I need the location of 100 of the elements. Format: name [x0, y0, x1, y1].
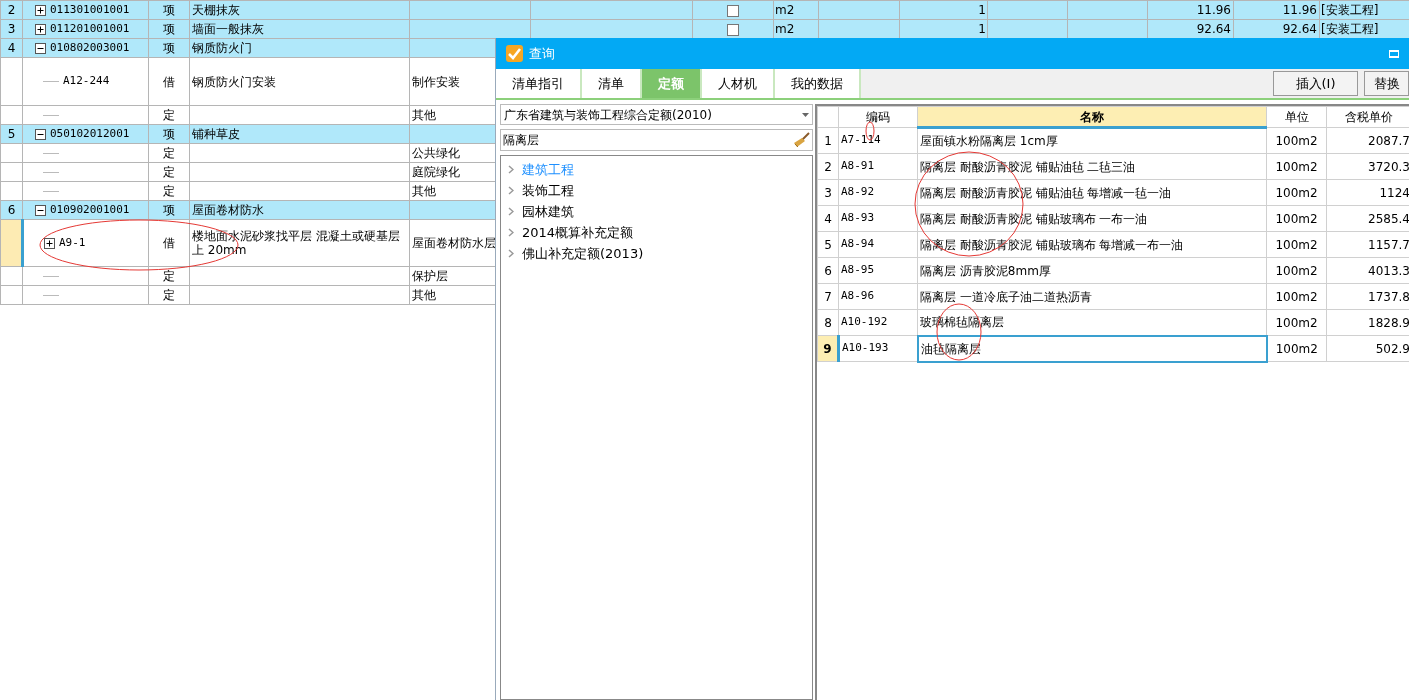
- row-number: 5: [817, 231, 839, 258]
- row-type: 借: [163, 74, 175, 89]
- item-code: A12-244: [63, 73, 110, 90]
- item-feature: 其他: [412, 184, 436, 198]
- column-header[interactable]: 含税单价: [1326, 106, 1409, 128]
- unit-text: m2: [775, 22, 795, 36]
- chevron-right-icon[interactable]: [508, 165, 514, 174]
- table-cell: 100m2: [1266, 335, 1327, 362]
- row-number: 6: [817, 257, 839, 284]
- row-type: 项: [163, 41, 175, 55]
- item-name: 钢质防火门: [192, 41, 252, 55]
- table-cell: 屋面镇水粉隔离层 1cm厚: [917, 127, 1267, 154]
- item-code: 011301001001: [50, 1, 130, 18]
- table-cell: A8-96: [838, 283, 918, 310]
- table-cell: 100m2: [1266, 309, 1327, 336]
- table-cell: 隔离层 耐酸沥青胶泥 铺贴油毡 二毡三油: [917, 153, 1267, 180]
- column-header[interactable]: 名称: [917, 106, 1267, 128]
- collapse-icon[interactable]: [35, 42, 46, 54]
- column-header[interactable]: 编码: [838, 106, 918, 128]
- dropdown-caret-icon: [802, 112, 809, 117]
- item-feature: 保护层: [412, 269, 448, 283]
- row-number: 4: [817, 205, 839, 232]
- tree-item[interactable]: 佛山补充定额(2013): [522, 243, 644, 264]
- tab[interactable]: 清单指引: [496, 69, 582, 98]
- expand-icon[interactable]: [44, 237, 55, 249]
- library-value: 广东省建筑与装饰工程综合定额(2010): [504, 106, 713, 124]
- table-cell: 隔离层 沥青胶泥8mm厚: [917, 257, 1267, 284]
- item-name: 钢质防火门安装: [192, 74, 276, 89]
- item-name: 天棚抹灰: [192, 3, 240, 17]
- table-cell: A8-91: [838, 153, 918, 180]
- table-cell: 100m2: [1266, 179, 1327, 206]
- column-header[interactable]: 单位: [1266, 106, 1327, 128]
- broom-icon[interactable]: [792, 132, 810, 148]
- item-feature: 屋面卷材防水层: [412, 236, 496, 250]
- checkbox[interactable]: [727, 23, 739, 36]
- search-field[interactable]: 隔离层: [500, 129, 813, 151]
- item-name: 屋面卷材防水: [192, 203, 264, 217]
- chevron-right-icon[interactable]: [508, 228, 514, 237]
- item-code: 010902001001: [50, 201, 130, 218]
- chevron-right-icon[interactable]: [508, 207, 514, 216]
- row-type: 定: [163, 146, 175, 160]
- table-cell: 隔离层 耐酸沥青胶泥 铺贴玻璃布 每增减一布一油: [917, 231, 1267, 258]
- table-cell: A8-93: [838, 205, 918, 232]
- table-cell: 100m2: [1266, 127, 1327, 154]
- table-cell: 100m2: [1266, 153, 1327, 180]
- table-cell: 隔离层 一道冷底子油二道热沥青: [917, 283, 1267, 310]
- row-type: 项: [163, 203, 175, 217]
- item-name: 墙面一般抹灰: [192, 22, 264, 36]
- tree-item[interactable]: 2014概算补充定额: [522, 222, 634, 243]
- item-feature: 庭院绿化: [412, 165, 460, 179]
- tree-item[interactable]: 园林建筑: [522, 201, 574, 222]
- item-name: 铺种草皮: [192, 127, 240, 141]
- tab[interactable]: 清单: [582, 69, 642, 98]
- table-cell: A8-95: [838, 257, 918, 284]
- row-number: 6: [7, 203, 16, 217]
- collapse-icon[interactable]: [35, 128, 46, 140]
- replace-button[interactable]: 替换: [1364, 71, 1409, 96]
- checkbox[interactable]: [727, 4, 739, 17]
- quantity-text: 1: [978, 3, 986, 17]
- insert-button[interactable]: 插入(I): [1273, 71, 1358, 96]
- table-cell: A10-192: [838, 309, 918, 336]
- chevron-right-icon[interactable]: [508, 186, 514, 195]
- expand-icon[interactable]: [35, 4, 46, 16]
- tree-item[interactable]: 装饰工程: [522, 180, 574, 201]
- table-cell: A7-114: [838, 127, 918, 154]
- row-number: 2: [817, 153, 839, 180]
- table-cell: 油毡隔离层: [917, 335, 1267, 362]
- price-text: 92.64: [1196, 22, 1231, 36]
- library-dropdown[interactable]: 广东省建筑与装饰工程综合定额(2010): [500, 104, 813, 125]
- row-type: 定: [163, 165, 175, 179]
- row-type: 定: [163, 184, 175, 198]
- row-number: 5: [7, 127, 16, 141]
- row-type: 定: [163, 269, 175, 283]
- chevron-right-icon[interactable]: [508, 249, 514, 258]
- minimize-icon[interactable]: [1389, 49, 1399, 58]
- category-text: [安装工程]: [1321, 22, 1379, 36]
- row-type: 借: [163, 236, 175, 250]
- item-name: 楼地面水泥砂浆找平层 混凝土或硬基层上 20mm: [192, 229, 400, 257]
- row-type: 项: [163, 3, 175, 17]
- item-code: A9-1: [59, 234, 86, 251]
- quantity-text: 1: [978, 22, 986, 36]
- table-cell: 隔离层 耐酸沥青胶泥 铺贴玻璃布 一布一油: [917, 205, 1267, 232]
- table-cell: A8-94: [838, 231, 918, 258]
- table-cell: A10-193: [838, 335, 918, 362]
- table-cell: 玻璃棉毡隔离层: [917, 309, 1267, 336]
- tab[interactable]: 人材机: [702, 69, 775, 98]
- dialog-title: 查询: [529, 44, 555, 63]
- table-cell: 100m2: [1266, 231, 1327, 258]
- tab[interactable]: 我的数据: [775, 69, 861, 98]
- item-feature: 其他: [412, 288, 436, 302]
- row-number: 2: [7, 3, 16, 17]
- collapse-icon[interactable]: [35, 204, 46, 216]
- expand-icon[interactable]: [35, 23, 46, 35]
- row-number: 3: [817, 179, 839, 206]
- table-cell: 100m2: [1266, 257, 1327, 284]
- app-logo-icon: [506, 45, 523, 62]
- row-number: 8: [817, 309, 839, 336]
- row-number: 7: [817, 283, 839, 310]
- item-code: 050102012001: [50, 125, 130, 142]
- table-cell: 100m2: [1266, 205, 1327, 232]
